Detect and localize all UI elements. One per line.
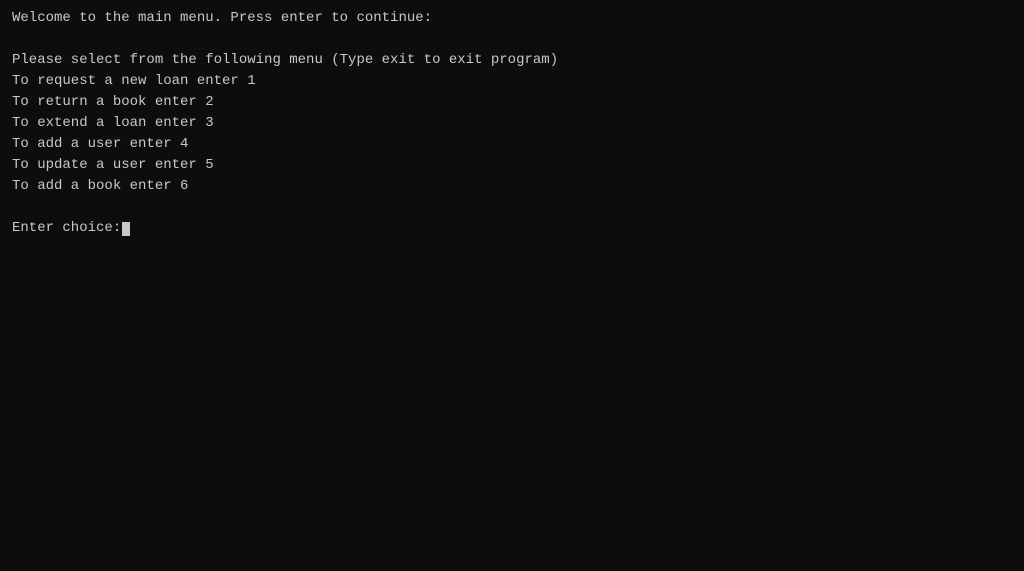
welcome-line: Welcome to the main menu. Press enter to…: [12, 8, 1012, 29]
menu-item-3: To extend a loan enter 3: [12, 113, 1012, 134]
prompt-line[interactable]: Enter choice:: [12, 218, 1012, 239]
menu-item-4: To add a user enter 4: [12, 134, 1012, 155]
empty-line-1: [12, 29, 1012, 50]
cursor: [122, 222, 130, 236]
prompt-text: Enter choice:: [12, 218, 121, 239]
menu-header: Please select from the following menu (T…: [12, 50, 1012, 71]
terminal-window[interactable]: Welcome to the main menu. Press enter to…: [0, 0, 1024, 571]
empty-line-2: [12, 197, 1012, 218]
menu-item-6: To add a book enter 6: [12, 176, 1012, 197]
menu-item-2: To return a book enter 2: [12, 92, 1012, 113]
menu-item-1: To request a new loan enter 1: [12, 71, 1012, 92]
menu-item-5: To update a user enter 5: [12, 155, 1012, 176]
